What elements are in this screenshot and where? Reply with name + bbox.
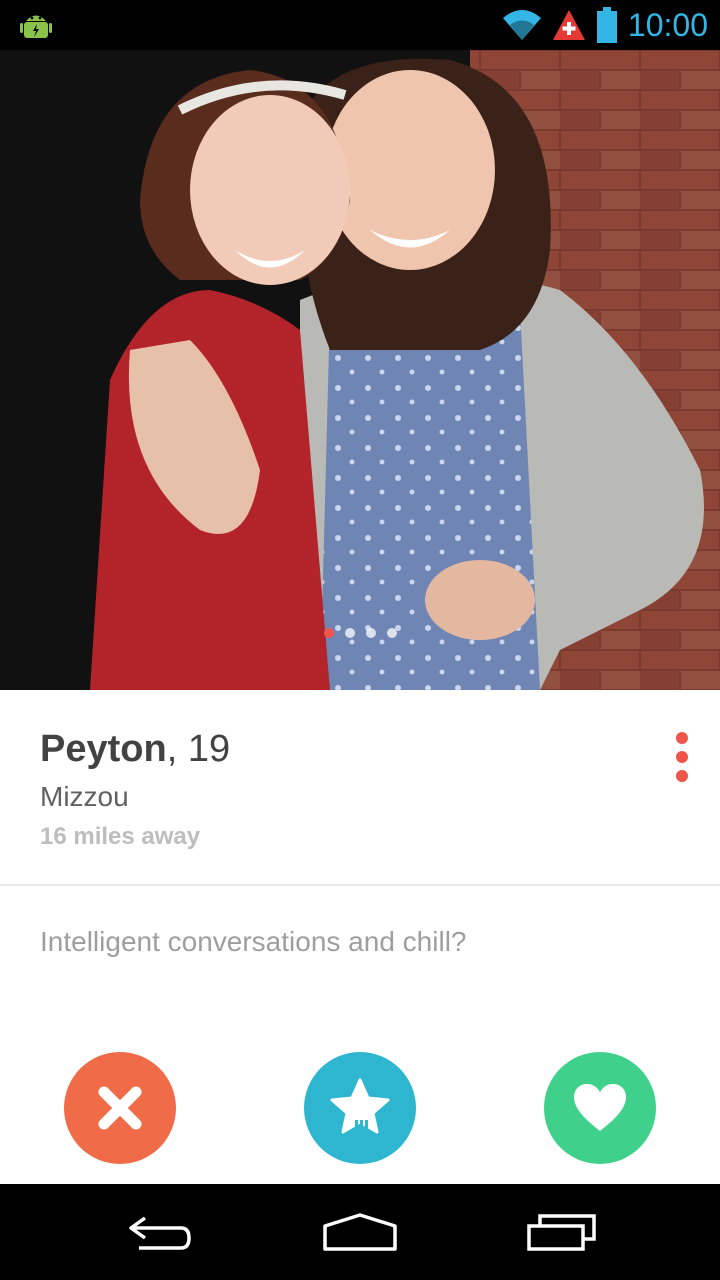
profile-age: , 19 [166, 728, 231, 770]
close-icon [98, 1086, 142, 1130]
profile-name-line: Peyton, 19 [40, 728, 230, 771]
navigation-bar [0, 1184, 720, 1280]
photo-dot[interactable] [344, 628, 355, 638]
divider [0, 884, 720, 886]
home-button[interactable] [290, 1184, 430, 1280]
home-icon [323, 1213, 397, 1251]
recents-icon [527, 1214, 596, 1251]
profile-school: Mizzou [40, 781, 129, 812]
photo-dot[interactable] [365, 628, 376, 638]
like-button[interactable] [544, 1052, 656, 1164]
alert-icon [552, 10, 585, 40]
status-time: 10:00 [627, 6, 708, 43]
profile-photo-image [0, 50, 720, 690]
profile-photo[interactable] [0, 50, 720, 690]
profile-distance: 16 miles away [40, 823, 201, 850]
super-like-button[interactable] [304, 1052, 416, 1164]
photo-dot[interactable] [386, 628, 397, 638]
photo-dot[interactable] [323, 628, 334, 638]
nope-button[interactable] [64, 1052, 176, 1164]
profile-bio: Intelligent conversations and chill? [40, 926, 467, 957]
heart-icon [574, 1084, 626, 1131]
profile-name: Peyton [40, 728, 167, 770]
star-icon [330, 1078, 390, 1134]
recents-button[interactable] [492, 1184, 632, 1280]
back-icon [129, 1216, 191, 1250]
profile-info: Peyton, 19 Mizzou 16 miles away [40, 728, 230, 851]
more-vertical-icon[interactable] [668, 730, 696, 786]
android-debug-icon [20, 15, 52, 38]
battery-icon [596, 7, 617, 43]
status-bar: 10:00 [0, 0, 720, 50]
photo-indicator [0, 628, 720, 638]
back-button[interactable] [90, 1184, 230, 1280]
wifi-icon [502, 10, 541, 40]
